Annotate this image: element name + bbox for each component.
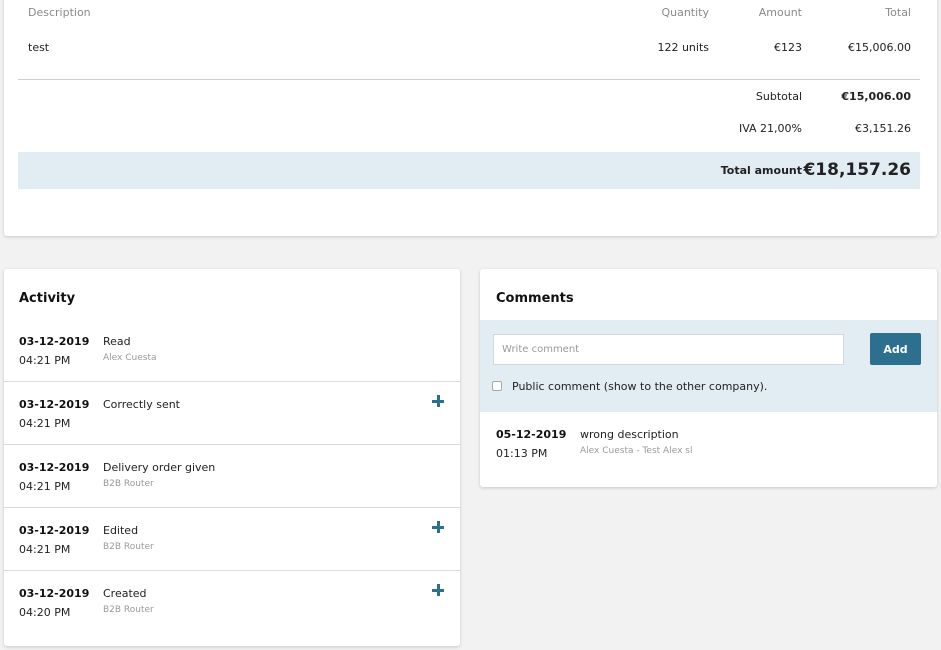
- tax-value: €3,151.26: [855, 122, 911, 135]
- public-comment-checkbox[interactable]: [492, 381, 502, 391]
- activity-time: 04:20 PM: [19, 606, 71, 619]
- activity-label: Correctly sent: [103, 398, 180, 411]
- line-amount: €123: [774, 41, 802, 54]
- activity-list: 03-12-2019 04:21 PM Read Alex Cuesta 03-…: [4, 319, 460, 634]
- activity-label: Read: [103, 335, 131, 348]
- tax-row: IVA 21,00% €3,151.26: [18, 122, 920, 142]
- activity-author: B2B Router: [103, 479, 154, 489]
- activity-time: 04:21 PM: [19, 354, 71, 367]
- activity-date: 03-12-2019: [19, 587, 90, 600]
- activity-time: 04:21 PM: [19, 543, 71, 556]
- comments-card: Comments Add Public comment (show to the…: [480, 269, 937, 487]
- invoice-header-row: Description Quantity Amount Total: [18, 6, 920, 26]
- expand-plus-icon[interactable]: [432, 584, 444, 596]
- comment-author: Alex Cuesta - Test Alex sl: [580, 446, 693, 456]
- activity-date: 03-12-2019: [19, 335, 90, 348]
- col-description-header: Description: [28, 6, 91, 19]
- line-description: test: [28, 41, 50, 54]
- invoice-line-row: test 122 units €123 €15,006.00: [18, 41, 920, 61]
- subtotal-row: Subtotal €15,006.00: [18, 90, 920, 110]
- activity-date: 03-12-2019: [19, 398, 90, 411]
- activity-author: B2B Router: [103, 605, 154, 615]
- invoice-card: Description Quantity Amount Total test 1…: [4, 0, 937, 236]
- activity-item: 03-12-2019 04:21 PM Delivery order given…: [4, 445, 460, 508]
- total-amount-label: Total amount: [720, 164, 802, 177]
- activity-label: Created: [103, 587, 147, 600]
- comment-text: wrong description: [580, 428, 679, 441]
- expand-plus-icon[interactable]: [432, 521, 444, 533]
- activity-item: 03-12-2019 04:21 PM Read Alex Cuesta: [4, 319, 460, 382]
- comment-date: 05-12-2019: [496, 428, 567, 441]
- total-amount-value: €18,157.26: [803, 160, 911, 180]
- activity-title: Activity: [19, 291, 76, 306]
- comments-title: Comments: [496, 291, 574, 306]
- activity-item: 03-12-2019 04:20 PM Created B2B Router: [4, 571, 460, 634]
- activity-date: 03-12-2019: [19, 524, 90, 537]
- tax-label: IVA 21,00%: [738, 122, 802, 135]
- subtotal-label: Subtotal: [755, 90, 802, 103]
- add-comment-button[interactable]: Add: [870, 333, 921, 365]
- activity-author: B2B Router: [103, 542, 154, 552]
- subtotal-value: €15,006.00: [841, 90, 911, 103]
- activity-time: 04:21 PM: [19, 417, 71, 430]
- col-amount-header: Amount: [758, 6, 802, 19]
- activity-item: 03-12-2019 04:21 PM Edited B2B Router: [4, 508, 460, 571]
- line-quantity: 122 units: [657, 41, 709, 54]
- col-total-header: Total: [885, 6, 911, 19]
- activity-card: Activity 03-12-2019 04:21 PM Read Alex C…: [4, 269, 460, 646]
- line-total: €15,006.00: [848, 41, 911, 54]
- comment-input[interactable]: [493, 334, 844, 365]
- comment-form: Add Public comment (show to the other co…: [480, 320, 937, 412]
- expand-plus-icon[interactable]: [432, 395, 444, 407]
- col-quantity-header: Quantity: [661, 6, 709, 19]
- table-divider: [18, 79, 920, 80]
- activity-label: Delivery order given: [103, 461, 216, 474]
- comment-time: 01:13 PM: [496, 447, 548, 460]
- activity-date: 03-12-2019: [19, 461, 90, 474]
- activity-time: 04:21 PM: [19, 480, 71, 493]
- activity-item: 03-12-2019 04:21 PM Correctly sent: [4, 382, 460, 445]
- public-comment-label: Public comment (show to the other compan…: [512, 380, 768, 393]
- total-amount-bar: Total amount €18,157.26: [18, 152, 920, 189]
- activity-label: Edited: [103, 524, 139, 537]
- activity-author: Alex Cuesta: [103, 353, 157, 363]
